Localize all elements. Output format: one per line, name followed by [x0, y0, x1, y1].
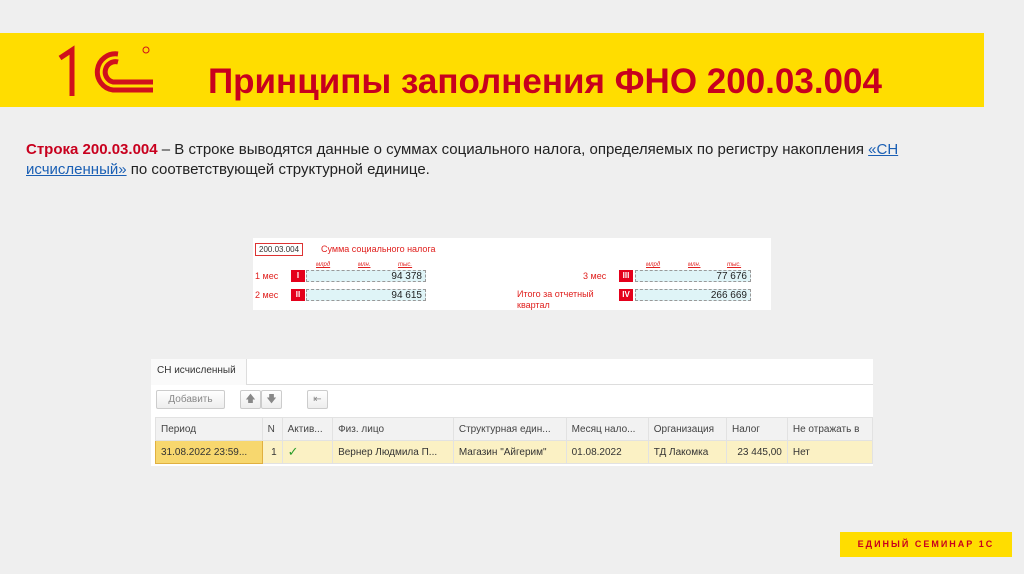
col-exclude[interactable]: Не отражать в [786, 417, 874, 441]
import-icon: ⇤ [313, 394, 322, 405]
cell-period[interactable]: 31.08.2022 23:59... [155, 440, 263, 464]
value-field[interactable]: 94 615 [306, 289, 426, 301]
value-field[interactable]: 266 669 [635, 289, 751, 301]
row-num: IV [619, 289, 633, 301]
arrow-down-icon: 🡇 [266, 394, 277, 405]
value-field[interactable]: 94 378 [306, 270, 426, 282]
arrow-up-icon: 🡅 [245, 394, 256, 405]
tab-sn-calculated[interactable]: СН исчисленный [151, 359, 247, 385]
row-label: 2 мес [255, 290, 279, 300]
col-header: млн. [358, 262, 371, 268]
col-header: млрд [316, 262, 331, 268]
import-button[interactable]: ⇤ [307, 390, 328, 409]
row-num: I [291, 270, 305, 282]
cell-unit[interactable]: Магазин "Айгерим" [452, 440, 567, 464]
col-person[interactable]: Физ. лицо [332, 417, 454, 441]
row-label: 3 мес [583, 271, 607, 281]
col-org[interactable]: Организация [647, 417, 727, 441]
cell-month[interactable]: 01.08.2022 [565, 440, 649, 464]
col-n[interactable]: N [261, 417, 283, 441]
table-header: Период N Актив... Физ. лицо Структурная … [155, 417, 874, 441]
cell-n[interactable]: 1 [261, 440, 283, 464]
value-field[interactable]: 77 676 [635, 270, 751, 282]
check-icon[interactable]: ✓ [281, 440, 334, 464]
col-month[interactable]: Месяц нало... [565, 417, 649, 441]
cell-tax[interactable]: 23 445,00 [725, 440, 788, 464]
register-panel: СН исчисленный Добавить 🡅 🡇 ⇤ Период N А… [151, 359, 874, 466]
col-header: млн. [688, 262, 701, 268]
desc-text: – В строке выводятся данные о суммах соц… [157, 141, 869, 158]
row-num: II [291, 289, 305, 301]
add-button[interactable]: Добавить [156, 390, 225, 409]
col-tax[interactable]: Налог [725, 417, 788, 441]
col-header: тыс. [727, 262, 742, 268]
form-heading: Сумма социального налога [321, 244, 436, 254]
col-header: млрд [646, 262, 661, 268]
1c-logo [58, 45, 153, 96]
row-code: Строка 200.03.004 [26, 141, 158, 158]
table-row[interactable]: 31.08.2022 23:59... 1 ✓ Вернер Людмила П… [155, 440, 874, 464]
form-code: 200.03.004 [255, 243, 304, 256]
desc-text-2: по соответствующей структурной единице. [126, 161, 430, 178]
row-label: Итого за отчетный квартал [517, 289, 594, 310]
col-period[interactable]: Период [155, 417, 263, 441]
cell-exclude[interactable]: Нет [786, 440, 874, 464]
page-title: Принципы заполнения ФНО 200.03.004 [208, 62, 882, 101]
col-header: тыс. [398, 262, 413, 268]
move-down-button[interactable]: 🡇 [261, 390, 282, 409]
col-active[interactable]: Актив... [281, 417, 334, 441]
register-table: Период N Актив... Физ. лицо Структурная … [155, 417, 874, 464]
row-label: 1 мес [255, 271, 279, 281]
col-unit[interactable]: Структурная един... [452, 417, 567, 441]
row-num: III [619, 270, 633, 282]
cell-person[interactable]: Вернер Людмила П... [332, 440, 454, 464]
cell-org[interactable]: ТД Лакомка [647, 440, 727, 464]
move-up-button[interactable]: 🡅 [240, 390, 261, 409]
footer-badge: ЕДИНЫЙ СЕМИНАР 1С [840, 532, 1012, 557]
declaration-form: 200.03.004 Сумма социального налога млрд… [253, 238, 771, 310]
tab-divider [247, 384, 873, 385]
description: Строка 200.03.004 – В строке выводятся д… [26, 140, 996, 180]
